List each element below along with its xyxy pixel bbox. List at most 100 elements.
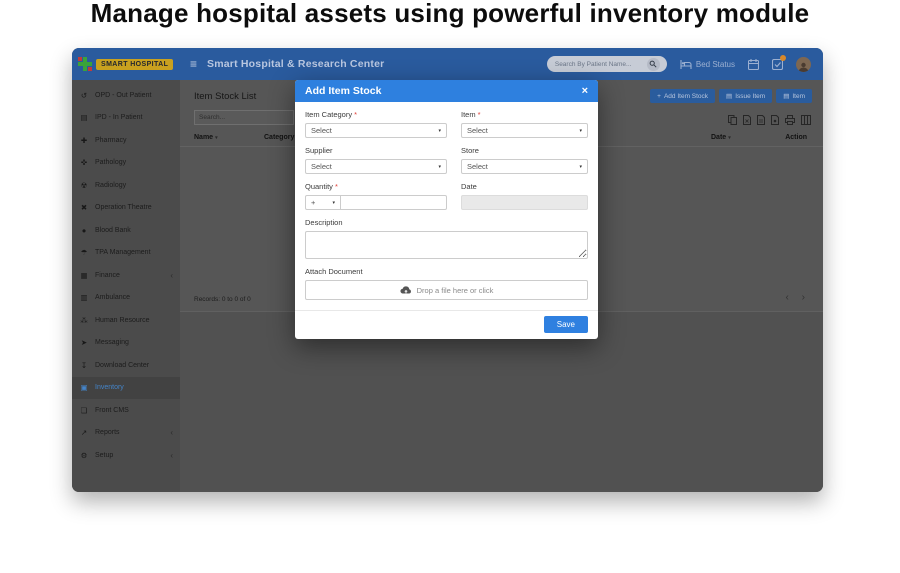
brand-logo[interactable]: SMART HOSPITAL: [78, 57, 182, 71]
sidebar-item-label: Blood Bank: [95, 227, 131, 234]
quantity-input[interactable]: [341, 195, 447, 210]
supplier-select[interactable]: Select ▾: [305, 159, 447, 174]
search-icon[interactable]: [647, 58, 660, 71]
table-column-header[interactable]: Action: [769, 134, 809, 141]
sidebar: ↺ OPD - Out Patient ▤ IPD - In Patient ✚…: [72, 80, 180, 492]
sidebar-item[interactable]: ✜ Pathology: [72, 152, 180, 175]
sidebar-item[interactable]: ▤ IPD - In Patient: [72, 107, 180, 130]
sidebar-item-label: Ambulance: [95, 294, 130, 301]
select-value: Select: [467, 126, 488, 135]
column-label: Category: [264, 134, 294, 141]
button-icon: +: [657, 93, 661, 100]
sidebar-item[interactable]: ▥ Ambulance: [72, 287, 180, 310]
top-navbar: SMART HOSPITAL ≡ Smart Hospital & Resear…: [72, 48, 823, 80]
copy-icon[interactable]: [728, 115, 737, 125]
sidebar-item-label: IPD - In Patient: [95, 114, 142, 121]
modal-header: Add Item Stock ×: [295, 80, 598, 102]
toolbar-button[interactable]: ▤ Item: [776, 89, 812, 103]
item-category-field: Item Category* Select ▾: [305, 102, 447, 138]
page: Manage hospital assets using powerful in…: [0, 0, 900, 573]
dropzone-label: Drop a file here or click: [417, 286, 494, 295]
toolbar-button[interactable]: + Add Item Stock: [650, 89, 715, 103]
select-value: Select: [467, 162, 488, 171]
file-dropzone[interactable]: Drop a file here or click: [305, 280, 588, 300]
sidebar-item[interactable]: ▣ Inventory: [72, 377, 180, 400]
app-title: Smart Hospital & Research Center: [207, 58, 384, 70]
sidebar-item[interactable]: ⁂ Human Resource: [72, 309, 180, 332]
sidebar-item[interactable]: ↗ Reports ‹: [72, 422, 180, 445]
cloud-upload-icon: [400, 285, 412, 296]
quantity-field: Quantity* + ▾: [305, 174, 447, 210]
button-icon: ▤: [726, 92, 732, 100]
button-label: Add Item Stock: [664, 93, 708, 100]
item-select[interactable]: Select ▾: [461, 123, 588, 138]
sidebar-item[interactable]: ▦ Finance ‹: [72, 264, 180, 287]
next-page-button[interactable]: ›: [802, 292, 805, 303]
quantity-sign-select[interactable]: + ▾: [305, 195, 341, 210]
item-category-label: Item Category: [305, 110, 352, 119]
sidebar-item-label: Inventory: [95, 384, 124, 391]
sidebar-item-icon: ⚙: [79, 451, 89, 460]
sidebar-item[interactable]: ✖ Operation Theatre: [72, 197, 180, 220]
modal-footer: Save: [295, 310, 598, 339]
patient-search-input[interactable]: [555, 61, 647, 68]
chevron-down-icon: ▾: [438, 128, 441, 134]
sidebar-item[interactable]: ❏ Front CMS: [72, 399, 180, 422]
store-select[interactable]: Select ▾: [461, 159, 588, 174]
sidebar-item[interactable]: ↺ OPD - Out Patient: [72, 84, 180, 107]
table-column-header[interactable]: Name ▾: [194, 134, 264, 141]
add-item-stock-modal: Add Item Stock × Item Category* Select ▾…: [295, 80, 598, 339]
close-icon[interactable]: ×: [582, 86, 588, 97]
sidebar-item-icon: ✖: [79, 203, 89, 212]
store-field: Store Select ▾: [461, 138, 588, 174]
required-marker: *: [478, 110, 481, 119]
sidebar-item[interactable]: ☂ TPA Management: [72, 242, 180, 265]
date-input[interactable]: [461, 195, 588, 210]
sidebar-item[interactable]: ✚ Pharmacy: [72, 129, 180, 152]
records-info: Records: 0 to 0 of 0: [194, 296, 251, 303]
bed-status-link[interactable]: Bed Status: [680, 60, 735, 69]
excel-icon[interactable]: [743, 115, 751, 125]
calendar-icon[interactable]: [748, 59, 759, 70]
sidebar-item-icon: ▥: [79, 293, 89, 302]
export-toolbar: [728, 115, 811, 125]
sidebar-item-icon: ⁂: [79, 316, 89, 325]
csv-icon[interactable]: [757, 115, 765, 125]
sidebar-item[interactable]: ● Blood Bank: [72, 219, 180, 242]
sidebar-item[interactable]: ↧ Download Center: [72, 354, 180, 377]
user-avatar[interactable]: [796, 57, 811, 72]
chevron-left-icon: ‹: [170, 451, 173, 460]
item-category-select[interactable]: Select ▾: [305, 123, 447, 138]
table-search-input[interactable]: [194, 110, 294, 125]
sidebar-item-icon: ▣: [79, 383, 89, 392]
prev-page-button[interactable]: ‹: [786, 292, 789, 303]
tasks-icon[interactable]: [772, 59, 783, 70]
sidebar-item-icon: ➤: [79, 338, 89, 347]
table-column-header[interactable]: Date ▾: [711, 134, 769, 141]
attach-document-label: Attach Document: [305, 267, 588, 276]
sidebar-item-label: Front CMS: [95, 407, 129, 414]
print-icon[interactable]: [785, 115, 795, 125]
sidebar-item-icon: ☢: [79, 181, 89, 190]
toolbar-button[interactable]: ▤ Issue Item: [719, 89, 772, 103]
sidebar-item-label: Pharmacy: [95, 137, 127, 144]
modal-title: Add Item Stock: [305, 85, 381, 97]
columns-icon[interactable]: [801, 115, 811, 125]
chevron-down-icon: ▾: [438, 164, 441, 170]
chevron-left-icon: ‹: [170, 271, 173, 280]
sidebar-item[interactable]: ☢ Radiology: [72, 174, 180, 197]
sidebar-item-icon: ☂: [79, 248, 89, 257]
notification-badge: [780, 55, 786, 61]
sidebar-item[interactable]: ⚙ Setup ‹: [72, 444, 180, 467]
store-label: Store: [461, 146, 588, 155]
sidebar-item[interactable]: ➤ Messaging: [72, 332, 180, 355]
pdf-icon[interactable]: [771, 115, 779, 125]
description-textarea[interactable]: [305, 231, 588, 259]
sidebar-item-label: Pathology: [95, 159, 126, 166]
sort-icon: ▾: [215, 135, 218, 141]
save-button[interactable]: Save: [544, 316, 588, 333]
chevron-left-icon: ‹: [170, 428, 173, 437]
modal-body: Item Category* Select ▾ Item* Select ▾ S…: [295, 102, 598, 300]
menu-toggle-icon[interactable]: ≡: [190, 57, 197, 71]
sidebar-item-icon: ↗: [79, 428, 89, 437]
